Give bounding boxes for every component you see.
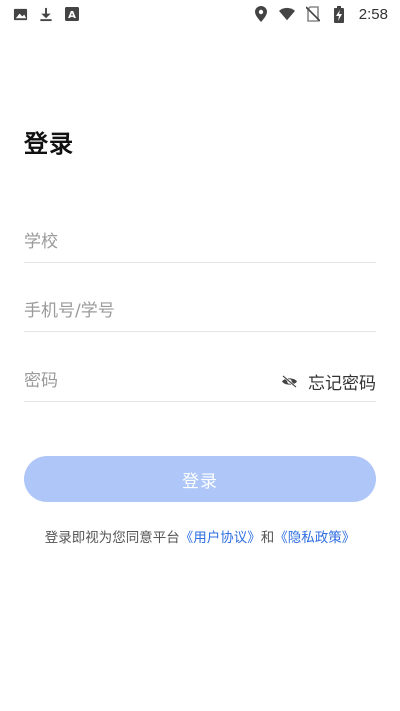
svg-text:A: A [68, 10, 76, 21]
text-a-icon: A [64, 6, 80, 22]
no-sim-icon [305, 6, 321, 22]
battery-charging-icon [331, 5, 347, 23]
school-field [24, 222, 376, 263]
status-left: A [12, 6, 80, 22]
download-icon [38, 6, 54, 22]
image-icon [12, 6, 28, 22]
status-time: 2:58 [358, 5, 388, 23]
password-input[interactable] [24, 371, 264, 391]
wifi-icon [278, 6, 295, 22]
agreement-conjunction: 和 [260, 530, 275, 546]
forgot-password-link[interactable]: 忘记密码 [308, 369, 376, 394]
school-input[interactable] [24, 232, 264, 252]
page-title: 登录 [24, 130, 74, 158]
location-icon [253, 6, 269, 22]
status-right: 2:58 [253, 5, 388, 23]
account-input[interactable] [24, 301, 264, 321]
login-button[interactable]: 登录 [24, 456, 376, 502]
password-actions: 忘记密码 [280, 369, 376, 394]
account-field [24, 291, 376, 332]
eye-off-icon[interactable] [280, 372, 298, 390]
user-agreement-link[interactable]: 《用户协议》 [180, 530, 261, 546]
status-bar: A 2:58 [0, 0, 400, 28]
agreement-text: 登录即视为您同意平台《用户协议》和《隐私政策》 [0, 526, 400, 546]
password-field: 忘记密码 [24, 361, 376, 402]
agreement-prefix: 登录即视为您同意平台 [44, 530, 180, 546]
privacy-policy-link[interactable]: 《隐私政策》 [274, 530, 355, 546]
